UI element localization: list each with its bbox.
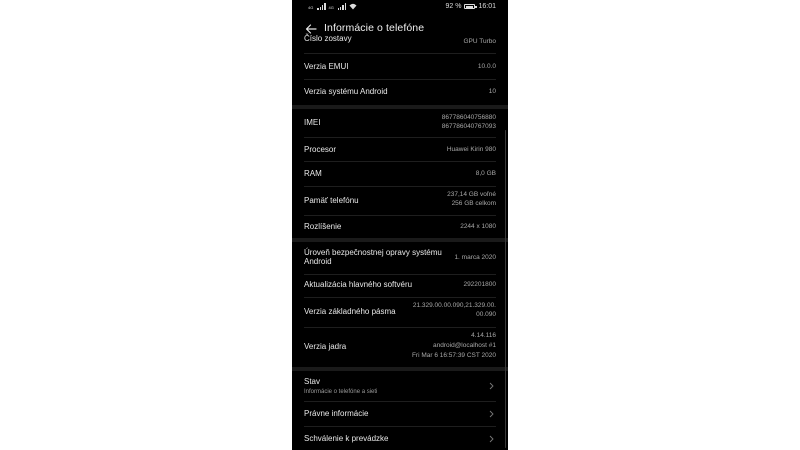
row-value-line: 8,0 GB xyxy=(475,170,496,177)
clock: 16:01 xyxy=(478,3,496,10)
row-value-line: 867786040767093 xyxy=(441,123,496,130)
row-label-line: Verzia jadra xyxy=(304,342,347,351)
status-left: 4G 4G xyxy=(308,3,357,10)
wifi-icon xyxy=(349,3,357,10)
row-legal-info[interactable]: Právne informácie xyxy=(304,401,496,427)
row-value-line: 292201800 xyxy=(463,281,496,288)
row-build-number[interactable]: Číslo zostavy GPU Turbo xyxy=(304,34,496,54)
row-label: Procesor xyxy=(304,145,337,154)
settings-list: Číslo zostavy GPU Turbo Verzia EMUI 10.0… xyxy=(292,34,508,450)
row-value: 10.0.0 xyxy=(477,63,496,70)
scrollbar[interactable] xyxy=(504,130,506,448)
row-value-line: 867786040756880 xyxy=(441,114,496,121)
chevron-right-icon xyxy=(489,382,494,390)
row-label: Verzia systému Android xyxy=(304,87,388,96)
signal2-label: 4G xyxy=(328,5,334,10)
phone-screen: 4G 4G 92 % 16:01 Informácie o telefóne Č… xyxy=(292,0,508,450)
signal-icon xyxy=(317,3,326,10)
row-status[interactable]: Stav Informácie o telefóne a sieti xyxy=(304,371,496,402)
row-label: Stav xyxy=(304,377,321,386)
row-baseband[interactable]: Verzia základného pásma 21.329.00.00.090… xyxy=(304,297,496,328)
row-value-line: 00.090 xyxy=(476,311,496,318)
row-label: IMEI xyxy=(304,118,321,127)
battery-icon xyxy=(464,4,477,9)
row-value: 10 xyxy=(488,88,496,95)
row-value-line: 21.329.00.00.090,21.329.00. xyxy=(412,302,496,309)
row-resolution[interactable]: Rozlíšenie 2244 x 1080 xyxy=(304,215,496,238)
row-value-line: Huawei Kirin 980 xyxy=(446,146,496,153)
row-security-patch[interactable]: Úroveň bezpečnostnej opravy systému Andr… xyxy=(304,242,496,275)
row-processor[interactable]: Procesor Huawei Kirin 980 xyxy=(304,137,496,162)
status-bar: 4G 4G 92 % 16:01 xyxy=(292,0,508,14)
row-imei[interactable]: IMEI 867786040756880 867786040767093 xyxy=(304,109,496,138)
row-value-line: 4.14.116 xyxy=(471,332,496,339)
row-subtitle: Informácie o telefóne a sieti xyxy=(304,389,378,395)
row-value-line: 2244 x 1080 xyxy=(460,223,496,230)
status-right: 92 % 16:01 xyxy=(446,3,497,10)
chevron-right-icon xyxy=(489,435,494,443)
row-label: Pamäť telefónu xyxy=(304,196,359,205)
row-value-line: 256 GB celkom xyxy=(451,200,496,207)
row-label: Právne informácie xyxy=(304,409,369,418)
row-value-line: 237,14 GB voľné xyxy=(447,191,496,198)
row-label-line: Android xyxy=(304,257,332,266)
row-emui-version[interactable]: Verzia EMUI 10.0.0 xyxy=(304,53,496,80)
chevron-right-icon xyxy=(489,410,494,418)
row-label: RAM xyxy=(304,169,322,178)
row-main-software[interactable]: Aktualizácia hlavného softvéru 292201800 xyxy=(304,274,496,298)
row-ram[interactable]: RAM 8,0 GB xyxy=(304,161,496,187)
row-value: GPU Turbo xyxy=(463,38,496,45)
row-label-line: Aktualizácia hlavného softvéru xyxy=(304,280,413,289)
battery-percent: 92 % xyxy=(445,3,462,10)
row-android-version[interactable]: Verzia systému Android 10 xyxy=(304,79,496,105)
row-label: Schválenie k prevádzke xyxy=(304,434,389,443)
row-certification[interactable]: Schválenie k prevádzke xyxy=(304,426,496,450)
signal-icon xyxy=(337,3,347,10)
page-title: Informácie o telefóne xyxy=(324,22,425,34)
row-kernel[interactable]: Verzia jadra 4.14.116 android@localhost … xyxy=(304,327,496,367)
signal1-label: 4G xyxy=(308,5,314,10)
row-label: Verzia EMUI xyxy=(304,62,349,71)
row-label: Rozlíšenie xyxy=(304,222,342,231)
row-value-line: android@localhost #1 xyxy=(433,342,496,349)
row-label-line: Verzia základného pásma xyxy=(304,307,396,316)
battery-fill xyxy=(465,5,474,8)
row-storage[interactable]: Pamäť telefónu 237,14 GB voľné 256 GB ce… xyxy=(304,186,496,216)
row-value-line: 1. marca 2020 xyxy=(454,254,496,261)
row-value-line: Fri Mar 6 16:57:39 CST 2020 xyxy=(411,351,496,359)
row-label: Číslo zostavy xyxy=(304,34,352,43)
